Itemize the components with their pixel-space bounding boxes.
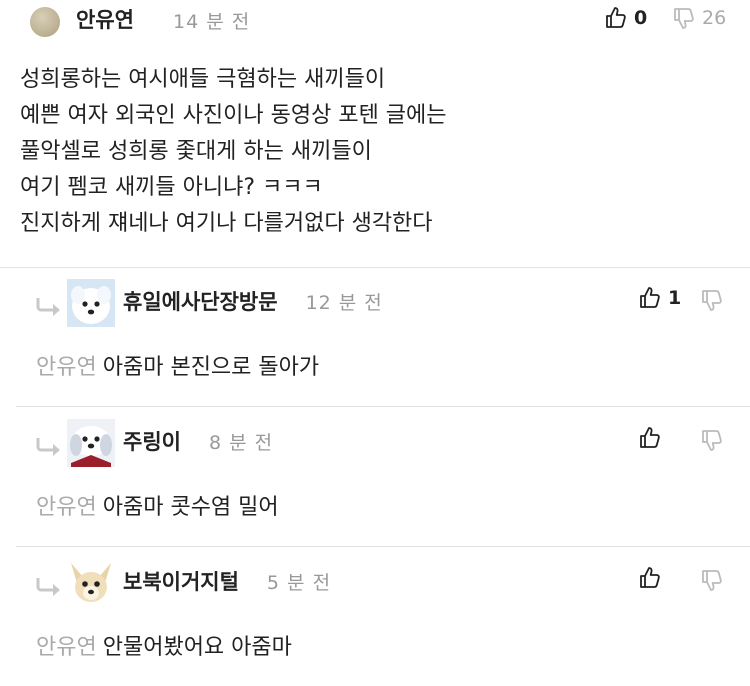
like-button[interactable]: [638, 426, 662, 450]
like-count: 0: [634, 7, 648, 29]
avatar[interactable]: [67, 279, 115, 327]
reply: 주링이 8 분 전 안유연 아줌마 콧수염 밀어: [16, 407, 750, 546]
reply-time: 8 분 전: [208, 432, 274, 454]
like-button[interactable]: 1: [638, 286, 681, 310]
reply-arrow-icon: [36, 438, 60, 456]
comment-line: 성희롱하는 여시애들 극혐하는 새끼들이: [20, 67, 386, 92]
reply-author[interactable]: 휴일에사단장방문: [123, 290, 278, 314]
chihuahua-avatar-icon: [67, 559, 115, 607]
reply-mention[interactable]: 안유연: [36, 635, 97, 660]
reply-body: 안유연 아줌마 콧수염 밀어: [36, 489, 279, 521]
thumbs-up-icon: [640, 287, 660, 308]
reply-author[interactable]: 보북이거지털: [123, 570, 239, 594]
comment-line: 예쁜 여자 외국인 사진이나 동영상 포텐 글에는: [20, 103, 447, 128]
reply-author-row: 주링이 8 분 전: [123, 426, 273, 456]
reply-mention[interactable]: 안유연: [36, 495, 97, 520]
reply-text: 안물어봤어요 아줌마: [102, 635, 292, 660]
reply-arrow-icon: [36, 298, 60, 316]
reply-author[interactable]: 주링이: [123, 430, 181, 454]
like-button[interactable]: 0: [604, 6, 647, 30]
white-dog-avatar-icon: [67, 279, 115, 327]
comment-line: 여기 펨코 새끼들 아니냐? ㅋㅋㅋ: [20, 175, 323, 200]
dislike-button[interactable]: [700, 428, 724, 452]
reply-mention[interactable]: 안유연: [36, 355, 97, 380]
fluffy-dog-avatar-icon: [67, 419, 115, 467]
reply-body: 안유연 안물어봤어요 아줌마: [36, 629, 292, 661]
comment-line: 진지하게 쟤네나 여기나 다를거없다 생각한다: [20, 211, 433, 236]
reply-time: 5 분 전: [266, 572, 332, 594]
dislike-button[interactable]: [700, 568, 724, 592]
comment-body: 성희롱하는 여시애들 극혐하는 새끼들이 예쁜 여자 외국인 사진이나 동영상 …: [20, 62, 720, 242]
like-count: 1: [668, 287, 682, 309]
reply-author-row: 휴일에사단장방문 12 분 전: [123, 286, 383, 316]
comment-line: 풀악셀로 성희롱 좇대게 하는 새끼들이: [20, 139, 372, 164]
thumbs-down-icon: [702, 290, 722, 311]
reply-text: 아줌마 본진으로 돌아가: [102, 355, 320, 380]
like-button[interactable]: [638, 566, 662, 590]
reply-body: 안유연 아줌마 본진으로 돌아가: [36, 349, 319, 381]
thumbs-down-icon: [674, 8, 694, 29]
comment-author[interactable]: 안유연: [76, 4, 134, 34]
dislike-count: 26: [702, 7, 727, 29]
dislike-button[interactable]: [700, 288, 724, 312]
avatar[interactable]: [67, 559, 115, 607]
reply: 보북이거지털 5 분 전 안유연 안물어봤어요 아줌마: [16, 547, 750, 686]
reply: 휴일에사단장방문 12 분 전 1 안유연 아줌마 본진으로 돌아가: [16, 267, 750, 406]
avatar[interactable]: [67, 419, 115, 467]
reply-time: 12 분 전: [305, 292, 383, 314]
reply-arrow-icon: [36, 578, 60, 596]
avatar[interactable]: [30, 7, 60, 37]
reply-text: 아줌마 콧수염 밀어: [102, 495, 279, 520]
thumbs-up-icon: [640, 567, 660, 588]
dislike-button[interactable]: 26: [672, 6, 726, 30]
comment-time: 14 분 전: [173, 11, 251, 33]
comment: 안유연 14 분 전 0 26 성희롱하는 여시애들 극혐하는 새끼들이 예쁜 …: [0, 0, 750, 267]
thumbs-up-icon: [606, 7, 626, 28]
thumbs-down-icon: [702, 570, 722, 591]
thumbs-down-icon: [702, 430, 722, 451]
thumbs-up-icon: [640, 427, 660, 448]
reply-author-row: 보북이거지털 5 분 전: [123, 566, 331, 596]
